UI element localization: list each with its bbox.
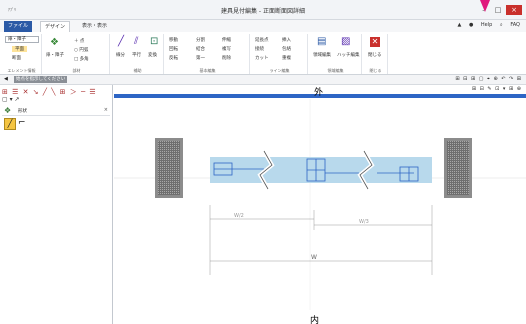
door-member-button[interactable]: 扉・障子 [46,52,64,58]
tab-design[interactable]: デザイン [40,21,71,32]
view-tools[interactable]: ⊞ ⊟ ⊞ ▢ ⌖ ⊕ ↶ ↷ ⊞ [455,76,522,82]
close-edit-button[interactable]: 閉じる [368,52,382,58]
join-button[interactable]: 結合 [196,46,205,52]
mirror-button[interactable]: 反転 [169,55,178,61]
hatch-edit-button[interactable]: ハッチ編集 [337,52,360,58]
selection-tools[interactable]: ▢ ▾ ↗ [2,96,20,103]
back-icon[interactable]: ◀ [4,76,8,82]
drawing-canvas[interactable]: ⊞ ⊟ ✎ ⊡ ▾ ⊞ ⊕ 外 W/2 W/3 W 内 [114,85,526,324]
copy-button[interactable]: 複写 [222,46,231,52]
close-x-icon: ✕ [370,37,380,47]
help-button[interactable]: ● Help [469,22,492,28]
convert-icon: ⊡ [150,36,159,47]
tab-view[interactable]: 表示・表示 [78,21,111,32]
line-segment-icon: ╱ [118,36,125,47]
insert-button[interactable]: 挿入 [282,37,291,43]
plan-button[interactable]: 平面 [12,46,27,52]
group-label-aux: 補助 [133,68,142,73]
ribbon-group-aux: ╱ ⫽ ⊡ 線分 平行 変換 補助 [112,34,164,74]
collapse-ribbon-button[interactable]: ▲ [458,22,462,28]
first-button[interactable]: 第一 [196,55,205,61]
maximize-button[interactable]: □ [492,5,504,15]
delete-button[interactable]: 削除 [222,55,231,61]
window-section-drawing: W/2 W/3 W [114,99,526,310]
window-title: 建具見付編集 - 正面断面図詳細 [221,8,305,15]
group-label-basic-edit: 基本編集 [199,68,216,73]
group-label-element: エレメント情報 [7,68,36,73]
rotate-button[interactable]: 回転 [169,46,178,52]
region-edit-icon: ▤ [317,36,327,47]
tab-file[interactable]: ファイル [4,21,33,32]
split-button[interactable]: 分割 [196,37,205,43]
polygon-button[interactable]: □ 多角 [74,56,89,62]
ribbon: 扉・障子 平面 断面 エレメント情報 ❖ 扉・障子 ＋ 点 ○ 円弧 □ 多角 … [0,32,526,75]
faq-button[interactable]: ⌕ FAQ [500,22,520,28]
group-label-region-edit: 領域編集 [327,68,344,73]
panel-close-icon[interactable]: × [104,107,108,113]
line-segment-button[interactable]: 線分 [116,52,125,58]
element-type-select[interactable]: 扉・障子 [5,36,39,43]
group-label-member: 部材 [72,68,81,73]
parallel-icon: ⫽ [134,36,139,47]
ribbon-tabs: ファイル デザイン 表示・表示 ▲ ● Help ⌕ FAQ [0,20,526,32]
ribbon-group-element: 扉・障子 平面 断面 エレメント情報 [2,34,42,74]
ribbon-group-basic-edit: 移動 回転 反転 分割 結合 第一 伸縮 複写 削除 基本編集 [166,34,250,74]
title-bar: ｱﾌﾟﾘ 建具見付編集 - 正面断面図詳細 – □ × [0,0,526,20]
extend-point-button[interactable]: 延長点 [255,37,269,43]
interior-label: 内 [310,316,320,324]
group-label-line-edit: ライン編集 [269,68,290,73]
dim-label-w: W [311,254,317,261]
hatch-edit-icon: ▨ [341,36,351,47]
status-prompt: 始点を指示してください [14,76,68,83]
dim-label-w2: W/2 [234,213,244,219]
region-edit-button[interactable]: 領域編集 [313,52,331,58]
envelope-button[interactable]: 包絡 [282,46,291,52]
ribbon-group-member: ❖ 扉・障子 ＋ 点 ○ 円弧 □ 多角 部材 [44,34,110,74]
convert-button[interactable]: 変換 [148,52,157,58]
stretch-button[interactable]: 伸縮 [222,37,231,43]
ribbon-group-close: ✕ 閉じる 閉じる [364,34,388,74]
move-button[interactable]: 移動 [169,37,178,43]
arc-button[interactable]: ○ 円弧 [74,47,88,53]
shape-panel-header: ❖ 形状 × [2,105,110,116]
shape-icon: ❖ [4,106,12,115]
cut-button[interactable]: カット [255,55,269,61]
left-panel: ⊞ ☰ ✕ ↘ ╱ ╲ ⊞ ＞ ─ ☰ ▢ ▾ ↗ ❖ 形状 × ╱ ⌐ [0,85,113,324]
pointer-arrow-icon [480,0,490,12]
shape-line-tool[interactable]: ╱ [4,118,16,130]
parallel-button[interactable]: 平行 [132,52,141,58]
close-window-button[interactable]: × [506,5,522,15]
overlap-button[interactable]: 重複 [282,55,291,61]
point-button[interactable]: ＋ 点 [74,38,84,44]
dim-label-w3: W/3 [359,219,369,225]
help-area: ▲ ● Help ⌕ FAQ [452,22,520,28]
group-label-close: 閉じる [369,68,382,73]
door-icon: ❖ [50,37,59,48]
shape-step-tool[interactable]: ⌐ [18,118,26,128]
connect-button[interactable]: 接続 [255,46,264,52]
ribbon-group-region-edit: ▤ ▨ 領域編集 ハッチ編集 領域編集 [310,34,362,74]
ribbon-group-line-edit: 延長点 接続 カット 挿入 包絡 重複 ライン編集 [252,34,308,74]
shape-panel-title: 形状 [18,109,27,114]
quick-access-bar: ◀ 始点を指示してください ⊞ ⊟ ⊞ ▢ ⌖ ⊕ ↶ ↷ ⊞ [0,75,526,85]
section-button[interactable]: 断面 [12,55,21,61]
